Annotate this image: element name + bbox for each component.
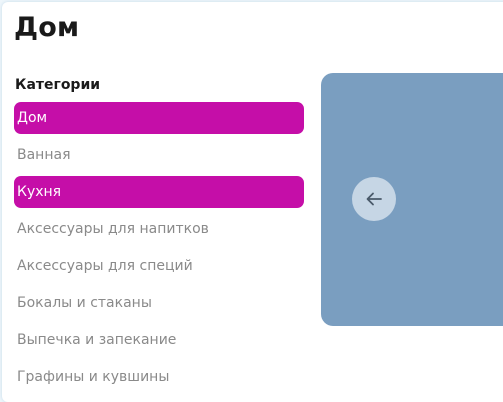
carousel-image (321, 73, 503, 326)
category-item-glasses[interactable]: Бокалы и стаканы (14, 287, 304, 319)
category-item-spice-accessories[interactable]: Аксессуары для специй (14, 250, 304, 282)
categories-heading: Категории (15, 77, 101, 93)
arrow-left-icon (365, 190, 383, 208)
category-item-drink-accessories[interactable]: Аксессуары для напитков (14, 213, 304, 245)
category-panel: Дом Категории Дом Ванная Кухня Аксессуар… (2, 2, 503, 402)
category-item-baking[interactable]: Выпечка и запекание (14, 324, 304, 356)
page-title: Дом (14, 12, 80, 43)
category-item-bathroom[interactable]: Ванная (14, 139, 304, 171)
category-list: Дом Ванная Кухня Аксессуары для напитков… (14, 102, 304, 398)
carousel-prev-button[interactable] (352, 177, 396, 221)
category-item-home[interactable]: Дом (14, 102, 304, 134)
category-item-decanters[interactable]: Графины и кувшины (14, 361, 304, 393)
category-item-kitchen[interactable]: Кухня (14, 176, 304, 208)
